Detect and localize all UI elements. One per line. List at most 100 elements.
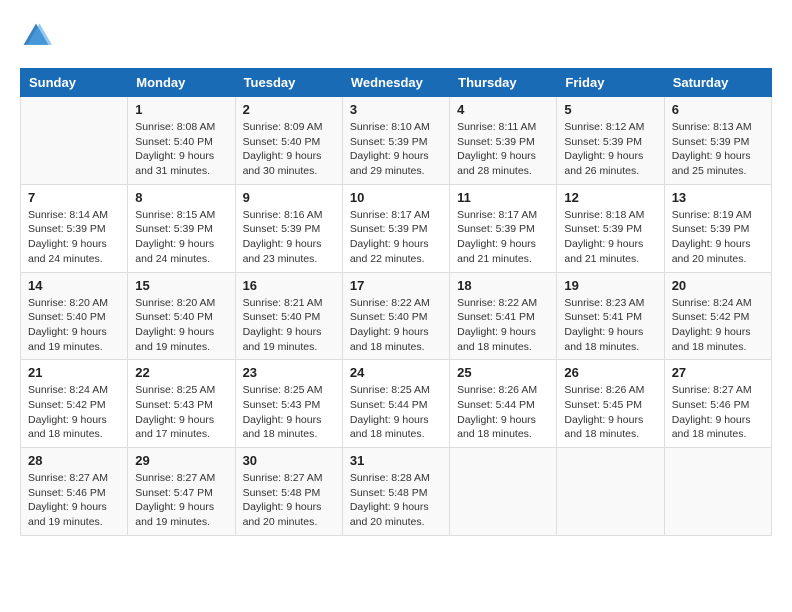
calendar-week-row: 14 Sunrise: 8:20 AMSunset: 5:40 PMDayligh… (21, 272, 772, 360)
logo (20, 20, 56, 52)
day-info: Sunrise: 8:13 AMSunset: 5:39 PMDaylight:… (672, 120, 764, 179)
day-info: Sunrise: 8:17 AMSunset: 5:39 PMDaylight:… (457, 208, 549, 267)
calendar-cell (557, 448, 664, 536)
calendar-cell: 29 Sunrise: 8:27 AMSunset: 5:47 PMDayligh… (128, 448, 235, 536)
calendar-cell: 17 Sunrise: 8:22 AMSunset: 5:40 PMDayligh… (342, 272, 449, 360)
day-info: Sunrise: 8:14 AMSunset: 5:39 PMDaylight:… (28, 208, 120, 267)
col-header-tuesday: Tuesday (235, 69, 342, 97)
day-number: 14 (28, 278, 120, 293)
day-number: 19 (564, 278, 656, 293)
day-number: 8 (135, 190, 227, 205)
logo-icon (20, 20, 52, 52)
day-info: Sunrise: 8:21 AMSunset: 5:40 PMDaylight:… (243, 296, 335, 355)
day-info: Sunrise: 8:24 AMSunset: 5:42 PMDaylight:… (28, 383, 120, 442)
day-info: Sunrise: 8:26 AMSunset: 5:44 PMDaylight:… (457, 383, 549, 442)
calendar-cell: 7Sunrise: 8:14 AMSunset: 5:39 PMDaylight… (21, 184, 128, 272)
day-info: Sunrise: 8:12 AMSunset: 5:39 PMDaylight:… (564, 120, 656, 179)
day-number: 31 (350, 453, 442, 468)
day-number: 23 (243, 365, 335, 380)
day-info: Sunrise: 8:22 AMSunset: 5:41 PMDaylight:… (457, 296, 549, 355)
calendar-cell: 19 Sunrise: 8:23 AMSunset: 5:41 PMDayligh… (557, 272, 664, 360)
calendar-cell (21, 97, 128, 185)
day-info: Sunrise: 8:15 AMSunset: 5:39 PMDaylight:… (135, 208, 227, 267)
col-header-friday: Friday (557, 69, 664, 97)
page-header (20, 20, 772, 52)
day-number: 2 (243, 102, 335, 117)
day-info: Sunrise: 8:18 AMSunset: 5:39 PMDaylight:… (564, 208, 656, 267)
day-info: Sunrise: 8:09 AMSunset: 5:40 PMDaylight:… (243, 120, 335, 179)
day-number: 18 (457, 278, 549, 293)
day-number: 13 (672, 190, 764, 205)
day-info: Sunrise: 8:10 AMSunset: 5:39 PMDaylight:… (350, 120, 442, 179)
day-number: 22 (135, 365, 227, 380)
calendar-cell: 4 Sunrise: 8:11 AMSunset: 5:39 PMDaylight… (450, 97, 557, 185)
day-number: 27 (672, 365, 764, 380)
day-info: Sunrise: 8:19 AMSunset: 5:39 PMDaylight:… (672, 208, 764, 267)
day-info: Sunrise: 8:20 AMSunset: 5:40 PMDaylight:… (135, 296, 227, 355)
calendar-cell: 14Sunrise: 8:20 AMSunset: 5:40 PMDayligh… (21, 272, 128, 360)
col-header-monday: Monday (128, 69, 235, 97)
day-info: Sunrise: 8:26 AMSunset: 5:45 PMDaylight:… (564, 383, 656, 442)
calendar-cell: 21 Sunrise: 8:24 AMSunset: 5:42 PMDayligh… (21, 360, 128, 448)
day-info: Sunrise: 8:17 AMSunset: 5:39 PMDaylight:… (350, 208, 442, 267)
calendar-cell: 10 Sunrise: 8:17 AMSunset: 5:39 PMDayligh… (342, 184, 449, 272)
calendar-cell (664, 448, 771, 536)
calendar-cell: 26 Sunrise: 8:26 AMSunset: 5:45 PMDayligh… (557, 360, 664, 448)
day-info: Sunrise: 8:27 AMSunset: 5:46 PMDaylight:… (672, 383, 764, 442)
calendar-cell: 13 Sunrise: 8:19 AMSunset: 5:39 PMDayligh… (664, 184, 771, 272)
day-info: Sunrise: 8:27 AMSunset: 5:48 PMDaylight:… (243, 471, 335, 530)
day-info: Sunrise: 8:27 AMSunset: 5:47 PMDaylight:… (135, 471, 227, 530)
day-info: Sunrise: 8:25 AMSunset: 5:43 PMDaylight:… (243, 383, 335, 442)
day-number: 26 (564, 365, 656, 380)
day-number: 16 (243, 278, 335, 293)
day-info: Sunrise: 8:25 AMSunset: 5:43 PMDaylight:… (135, 383, 227, 442)
col-header-sunday: Sunday (21, 69, 128, 97)
day-info: Sunrise: 8:16 AMSunset: 5:39 PMDaylight:… (243, 208, 335, 267)
calendar-cell: 6 Sunrise: 8:13 AMSunset: 5:39 PMDaylight… (664, 97, 771, 185)
calendar-cell: 8 Sunrise: 8:15 AMSunset: 5:39 PMDaylight… (128, 184, 235, 272)
day-number: 20 (672, 278, 764, 293)
calendar-cell: 25Sunrise: 8:26 AMSunset: 5:44 PMDayligh… (450, 360, 557, 448)
col-header-thursday: Thursday (450, 69, 557, 97)
day-info: Sunrise: 8:08 AMSunset: 5:40 PMDaylight:… (135, 120, 227, 179)
calendar-cell: 15 Sunrise: 8:20 AMSunset: 5:40 PMDayligh… (128, 272, 235, 360)
day-info: Sunrise: 8:24 AMSunset: 5:42 PMDaylight:… (672, 296, 764, 355)
calendar-cell: 16 Sunrise: 8:21 AMSunset: 5:40 PMDayligh… (235, 272, 342, 360)
day-number: 1 (135, 102, 227, 117)
day-info: Sunrise: 8:28 AMSunset: 5:48 PMDaylight:… (350, 471, 442, 530)
calendar-cell: 31 Sunrise: 8:28 AMSunset: 5:48 PMDayligh… (342, 448, 449, 536)
day-number: 17 (350, 278, 442, 293)
day-number: 3 (350, 102, 442, 117)
col-header-saturday: Saturday (664, 69, 771, 97)
day-number: 4 (457, 102, 549, 117)
calendar-cell: 28 Sunrise: 8:27 AMSunset: 5:46 PMDayligh… (21, 448, 128, 536)
calendar-cell: 2 Sunrise: 8:09 AMSunset: 5:40 PMDaylight… (235, 97, 342, 185)
calendar-cell: 5 Sunrise: 8:12 AMSunset: 5:39 PMDaylight… (557, 97, 664, 185)
day-number: 29 (135, 453, 227, 468)
day-number: 5 (564, 102, 656, 117)
calendar-cell: 22 Sunrise: 8:25 AMSunset: 5:43 PMDayligh… (128, 360, 235, 448)
calendar-cell: 18 Sunrise: 8:22 AMSunset: 5:41 PMDayligh… (450, 272, 557, 360)
day-number: 15 (135, 278, 227, 293)
day-info: Sunrise: 8:23 AMSunset: 5:41 PMDaylight:… (564, 296, 656, 355)
calendar-cell: 11 Sunrise: 8:17 AMSunset: 5:39 PMDayligh… (450, 184, 557, 272)
day-number: 10 (350, 190, 442, 205)
day-number: 28 (28, 453, 120, 468)
day-info: Sunrise: 8:25 AMSunset: 5:44 PMDaylight:… (350, 383, 442, 442)
col-header-wednesday: Wednesday (342, 69, 449, 97)
day-number: 11 (457, 190, 549, 205)
day-number: 9 (243, 190, 335, 205)
calendar-cell: 30Sunrise: 8:27 AMSunset: 5:48 PMDayligh… (235, 448, 342, 536)
calendar-table: SundayMondayTuesdayWednesdayThursdayFrid… (20, 68, 772, 536)
day-number: 6 (672, 102, 764, 117)
day-info: Sunrise: 8:11 AMSunset: 5:39 PMDaylight:… (457, 120, 549, 179)
calendar-cell: 3 Sunrise: 8:10 AMSunset: 5:39 PMDaylight… (342, 97, 449, 185)
calendar-cell: 12 Sunrise: 8:18 AMSunset: 5:39 PMDayligh… (557, 184, 664, 272)
day-info: Sunrise: 8:27 AMSunset: 5:46 PMDaylight:… (28, 471, 120, 530)
day-info: Sunrise: 8:22 AMSunset: 5:40 PMDaylight:… (350, 296, 442, 355)
calendar-cell: 20 Sunrise: 8:24 AMSunset: 5:42 PMDayligh… (664, 272, 771, 360)
calendar-week-row: 21 Sunrise: 8:24 AMSunset: 5:42 PMDayligh… (21, 360, 772, 448)
day-number: 12 (564, 190, 656, 205)
day-number: 21 (28, 365, 120, 380)
day-number: 24 (350, 365, 442, 380)
